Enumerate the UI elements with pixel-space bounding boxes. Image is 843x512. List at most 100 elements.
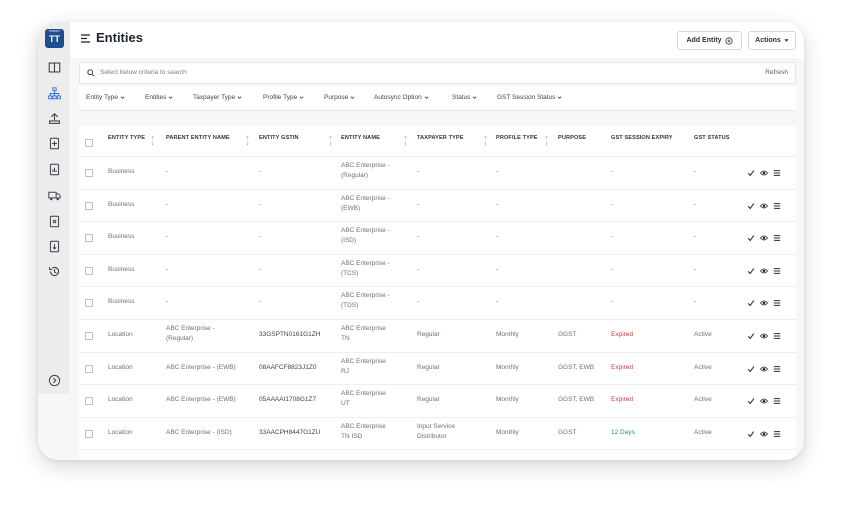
row-menu-icon[interactable] [773,365,781,373]
filter-dropdown-purpose[interactable]: Purpose [324,94,355,101]
table-row[interactable]: Business - - ABC Enterprise - (Regular) - - - - [79,156,796,190]
column-header[interactable]: ENTITY TYPE [108,135,145,141]
select-all-checkbox[interactable] [85,139,93,147]
table-row[interactable]: Business - - ABC Enterprise - (EWB) - - - - [79,189,796,223]
sidebar-dashboard-icon[interactable] [46,59,62,75]
filter-dropdown-autosync-option[interactable]: Autosync Option [374,94,429,101]
sidebar-truck-icon[interactable] [46,187,62,203]
table-row[interactable]: Location ABC Enterprise - (EWB) 05AAAAI170… [79,384,796,418]
row-menu-icon[interactable] [773,202,781,210]
gstin-cell: 33AACPH8447G1ZU [259,428,320,438]
sort-icon[interactable] [329,133,332,146]
filter-dropdown-profile-type[interactable]: Profile Type [263,94,304,101]
table-row[interactable]: Business - - ABC Enterprise - (TCS) - - - - [79,254,796,288]
verify-check-icon[interactable] [747,430,755,438]
column-header[interactable]: TAXPAYER TYPE [417,135,464,141]
row-menu-icon[interactable] [773,332,781,340]
filter-dropdown-entities[interactable]: Entities [145,94,173,101]
view-eye-icon[interactable] [760,267,768,275]
verify-check-icon[interactable] [747,299,755,307]
column-header[interactable]: PROFILE TYPE [496,135,538,141]
filter-dropdown-entity-type[interactable]: Entity Type [86,94,125,101]
row-menu-icon[interactable] [773,169,781,177]
column-header[interactable]: ENTITY GSTIN [259,135,299,141]
row-menu-icon[interactable] [773,430,781,438]
table-row[interactable]: Location ABC Enterprise - (Regular) 33GSPTN… [79,319,796,353]
row-checkbox[interactable] [85,201,93,210]
view-eye-icon[interactable] [760,299,768,307]
verify-check-icon[interactable] [747,365,755,373]
table-row[interactable]: Location ABC Enterprise - (EWB) 08AAFCF882… [79,352,796,386]
actions-dropdown-button[interactable]: Actions [748,31,796,50]
view-eye-icon[interactable] [760,234,768,242]
sort-icon[interactable] [404,133,407,146]
row-checkbox[interactable] [85,299,93,308]
table-row[interactable]: LocationABC Enterprise - (TCS)33AACPH844… [79,449,796,460]
verify-check-icon[interactable] [747,202,755,210]
sidebar-upload-icon[interactable] [46,110,62,126]
entity-name-cell: ABC Enterprise - (TCS) [341,259,390,279]
row-menu-icon[interactable] [773,299,781,307]
purpose-cell-line: GGST, EWB [558,363,595,371]
view-eye-icon[interactable] [760,332,768,340]
entity-type-cell: Location [108,363,133,373]
gstin-cell: - [259,200,261,210]
column-header[interactable]: ENTITY NAME [341,135,380,141]
sidebar-history-icon[interactable] [46,263,62,279]
verify-check-icon[interactable] [747,397,755,405]
row-checkbox[interactable] [85,364,93,373]
row-checkbox[interactable] [85,234,93,243]
sidebar-add-document-icon[interactable] [46,135,62,151]
column-header[interactable]: GST SESSION EXPIRY [611,135,673,141]
filter-dropdown-status[interactable]: Status [452,94,477,101]
sort-icon[interactable] [151,133,154,146]
sidebar-cancel-document-icon[interactable] [46,213,62,229]
gst-status-cell-line: - [694,265,697,273]
entity-name-cell-line: (Regular) [341,172,369,179]
sidebar-export-icon[interactable] [46,238,62,254]
row-checkbox[interactable] [85,169,93,177]
row-menu-icon[interactable] [773,234,781,242]
column-header[interactable]: PARENT ENTITY NAME [166,135,230,141]
sidebar-entities-icon[interactable] [46,85,62,101]
row-checkbox[interactable] [85,397,93,406]
table-row[interactable]: Business - - ABC Enterprise - (TDS) - - - - [79,286,796,320]
row-actions [747,365,781,373]
sort-icon[interactable] [545,133,548,146]
refresh-link[interactable]: Refresh [765,69,788,76]
view-eye-icon[interactable] [760,430,768,438]
column-header[interactable]: PURPOSE [558,135,586,141]
search-bar[interactable]: Select below criteria to search Refresh [79,62,796,84]
purpose-cell: GGST [558,428,576,438]
row-menu-icon[interactable] [773,267,781,275]
row-checkbox[interactable] [85,332,93,340]
table-row[interactable]: Business - - ABC Enterprise - (ISD) - - - - [79,221,796,255]
row-actions [747,430,781,438]
table-row[interactable]: Location ABC Enterprise - (ISD) 33AACPH844… [79,417,796,451]
sidebar-expand-icon[interactable] [46,372,62,388]
taxpayer-type-cell-line: - [417,233,420,241]
filter-dropdown-taxpayer-type[interactable]: Taxpayer Type [193,94,242,101]
verify-check-icon[interactable] [747,332,755,340]
row-menu-icon[interactable] [773,397,781,405]
filter-dropdown-gst-session-status[interactable]: GST Session Status [497,94,562,101]
verify-check-icon[interactable] [747,267,755,275]
row-checkbox[interactable] [85,429,93,438]
verify-check-icon[interactable] [747,169,755,177]
view-eye-icon[interactable] [760,202,768,210]
column-header[interactable]: GST STATUS [694,135,730,141]
sidebar-report-icon[interactable] [46,161,62,177]
view-eye-icon[interactable] [760,365,768,373]
app-logo[interactable]: TAXPAY TT [45,29,64,48]
sort-icon[interactable] [484,133,487,146]
view-eye-icon[interactable] [760,169,768,177]
row-checkbox[interactable] [85,266,93,275]
verify-check-icon[interactable] [747,234,755,242]
view-eye-icon[interactable] [760,397,768,405]
add-entity-button[interactable]: Add Entity [677,31,742,50]
gstin-cell-line: - [259,265,262,273]
sort-icon[interactable] [246,133,249,146]
purpose-cell-line: GGST [558,331,577,338]
gstin-cell-line: - [259,168,262,175]
gstin-cell-line: - [259,298,262,306]
